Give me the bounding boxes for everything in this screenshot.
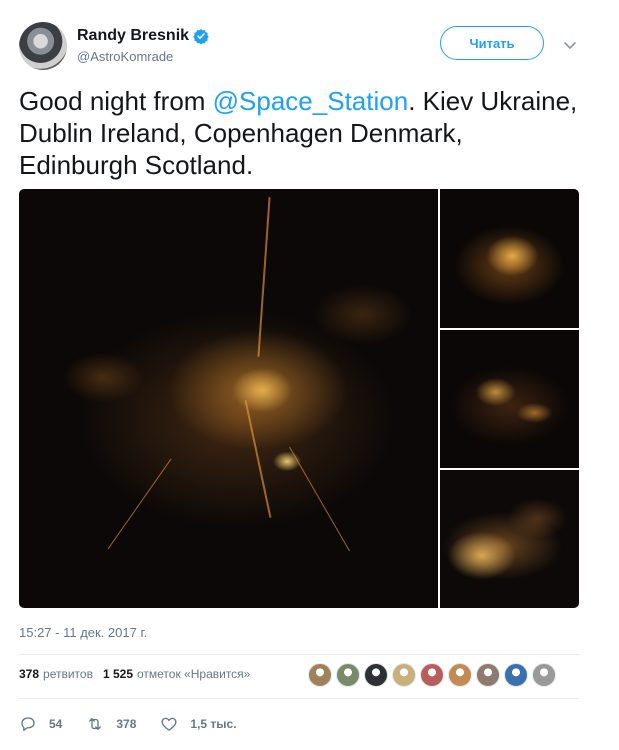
reply-icon — [19, 715, 37, 733]
tweet-text-part: Good night from — [19, 86, 213, 116]
liker-avatar[interactable] — [532, 663, 556, 687]
tweet-header: Randy Bresnik @AstroKomrade Читать — [19, 22, 599, 70]
liker-avatar[interactable] — [448, 663, 472, 687]
liker-avatar[interactable] — [476, 663, 500, 687]
likes-stat-count: 1 525 — [102, 667, 133, 681]
tweet-actions: 54 378 1,5 тыс. — [19, 713, 261, 735]
retweets-stat[interactable]: 378 ретвитов — [19, 667, 93, 681]
liker-avatar[interactable] — [364, 663, 388, 687]
photo-main[interactable] — [19, 189, 438, 608]
heart-icon — [160, 715, 178, 733]
divider — [19, 698, 579, 699]
media-grid — [19, 189, 579, 608]
tweet-text: Good night from @Space_Station. Kiev Ukr… — [19, 85, 579, 181]
name-row: Randy Bresnik — [77, 27, 209, 45]
retweet-count: 378 — [116, 717, 137, 731]
like-button[interactable]: 1,5 тыс. — [160, 715, 237, 733]
liker-avatar[interactable] — [336, 663, 360, 687]
retweet-icon — [86, 715, 104, 733]
liker-avatar[interactable] — [420, 663, 444, 687]
timestamp[interactable]: 15:27 - 11 дек. 2017 г. — [19, 625, 147, 640]
likes-stat[interactable]: 1 525 отметок «Нравится» — [103, 667, 250, 681]
verified-badge-icon — [193, 28, 209, 45]
mention-link[interactable]: @Space_Station — [213, 86, 409, 116]
likes-stat-label: отметок «Нравится» — [137, 667, 251, 681]
avatar[interactable] — [19, 22, 67, 70]
photo-thumb-2[interactable] — [440, 330, 579, 468]
user-handle[interactable]: @AstroKomrade — [77, 49, 173, 64]
liker-avatar[interactable] — [308, 663, 332, 687]
tweet-stats: 378 ретвитов 1 525 отметок «Нравится» — [19, 667, 260, 681]
retweet-button[interactable]: 378 — [86, 715, 136, 733]
reply-count: 54 — [49, 717, 63, 731]
photo-thumb-1[interactable] — [440, 189, 579, 328]
chevron-down-icon[interactable] — [559, 34, 581, 56]
reply-button[interactable]: 54 — [19, 715, 62, 733]
retweets-stat-label: ретвитов — [43, 667, 93, 681]
retweets-stat-count: 378 — [19, 667, 40, 681]
like-count: 1,5 тыс. — [190, 717, 237, 731]
photo-thumb-3[interactable] — [440, 470, 579, 608]
display-name[interactable]: Randy Bresnik — [77, 27, 189, 45]
divider — [19, 654, 579, 655]
likers-avatars — [308, 663, 560, 687]
liker-avatar[interactable] — [392, 663, 416, 687]
follow-button[interactable]: Читать — [440, 26, 544, 60]
liker-avatar[interactable] — [504, 663, 528, 687]
